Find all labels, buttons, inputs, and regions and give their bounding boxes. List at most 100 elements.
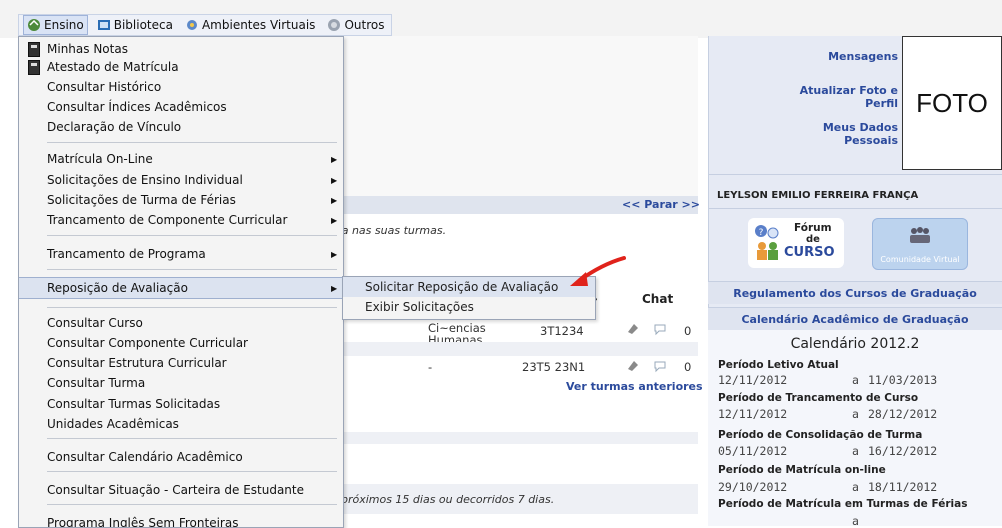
menu-item-trancamento-componente[interactable]: Trancamento de Componente Curricular ▶ [19,210,343,230]
submenu-item-solicitar-reposicao[interactable]: Solicitar Reposição de Avaliação [343,277,595,297]
calendario-link[interactable]: Calendário Acadêmico de Graduação [708,307,1002,330]
menu-item-consultar-curso[interactable]: Consultar Curso [19,313,343,333]
reposicao-submenu: Solicitar Reposição de Avaliação Exibir … [342,276,596,320]
submenu-arrow-icon: ▶ [331,215,338,225]
menu-item-calendario-academico[interactable]: Consultar Calendário Acadêmico [19,447,343,467]
menu-separator [47,504,337,505]
mensagens-link[interactable]: Mensagens [818,50,898,63]
submenu-arrow-icon: ▶ [331,283,338,293]
unit-cell: - [428,360,433,374]
menu-separator [47,269,337,270]
menu-item-consultar-turma[interactable]: Consultar Turma [19,373,343,393]
menu-item-label: Consultar Situação - Carteira de Estudan… [47,483,305,497]
submenu-arrow-icon: ▶ [331,154,338,164]
menu-item-turma-ferias[interactable]: Solicitações de Turma de Férias ▶ [19,190,343,210]
period-start: 12/11/2012 [718,373,788,387]
menu-item-declaracao[interactable]: Declaração de Vínculo [19,117,343,137]
parar-link[interactable]: << Parar >> [622,198,700,211]
submenu-arrow-icon: ▶ [331,195,338,205]
period-end: 28/12/2012 [868,407,938,421]
student-name: LEYLSON EMILIO FERREIRA FRANÇA [717,190,919,201]
forum-post-icon[interactable] [626,359,640,373]
folder-icon [328,19,341,31]
menu-item-label: Consultar Componente Curricular [47,336,248,350]
menu-separator [47,142,337,143]
chat-bubble-icon[interactable] [653,359,667,373]
menu-separator [47,471,337,472]
menu-item-label: Programa Inglês Sem Fronteiras [47,516,239,528]
menu-outros-label: Outros [344,18,385,32]
period-start: 05/11/2012 [718,444,788,458]
forum-line2: de [806,234,820,245]
menu-item-label: Solicitações de Turma de Férias [47,193,236,207]
menu-biblioteca-label: Biblioteca [113,18,173,32]
menu-item-label: Consultar Calendário Acadêmico [47,450,243,464]
menu-item-trancamento-programa[interactable]: Trancamento de Programa ▶ [19,244,343,264]
menu-item-turmas-solicitadas[interactable]: Consultar Turmas Solicitadas [19,394,343,414]
submenu-item-exibir-solicitacoes[interactable]: Exibir Solicitações [343,297,595,317]
book-icon [97,20,110,30]
menu-outros[interactable]: Outros [324,16,387,34]
menu-item-label: Declaração de Vínculo [47,120,182,134]
chat-count: 0 [684,324,692,338]
menu-item-atestado[interactable]: Atestado de Matrícula [19,57,343,77]
menu-item-carteira-estudante[interactable]: Consultar Situação - Carteira de Estudan… [19,480,343,500]
chat-column-header: Chat [642,292,674,306]
period-end: 18/11/2012 [868,480,938,494]
period-sep: a [852,407,859,421]
menu-ensino-label: Ensino [44,18,84,32]
menu-item-label: Consultar Curso [47,316,143,330]
menu-item-reposicao-avaliacao[interactable]: Reposição de Avaliação ▶ [19,277,343,299]
menu-ambientes-label: Ambientes Virtuais [201,18,316,32]
period-sep: a [852,373,859,387]
chat-bubble-icon[interactable] [653,322,667,336]
atualizar-foto-link[interactable]: Atualizar Foto e Perfil [770,84,898,110]
menu-ensino[interactable]: Ensino [23,15,88,35]
menu-item-label: Consultar Índices Acadêmicos [47,100,227,114]
svg-text:?: ? [759,228,764,238]
ver-turmas-anteriores-link[interactable]: Ver turmas anteriores [566,380,703,393]
profile-photo: FOTO [902,36,1002,170]
chat-count: 0 [684,360,692,374]
turmas-message: ada nas suas turmas. [328,224,447,237]
menu-separator [47,235,337,236]
forum-post-icon[interactable] [626,322,640,336]
sidebar-separator [708,174,1002,175]
menu-item-ensino-individual[interactable]: Solicitações de Ensino Individual ▶ [19,170,343,190]
network-icon [186,20,197,30]
menu-item-matricula-online[interactable]: Matrícula On-Line ▶ [19,149,343,169]
menu-ambientes-virtuais[interactable]: Ambientes Virtuais [182,16,318,34]
period-label: Período de Matrícula em Turmas de Férias [718,498,968,510]
menu-item-unidades-academicas[interactable]: Unidades Acadêmicas [19,414,343,434]
period-sep: a [852,444,859,458]
document-icon [28,42,40,57]
menu-item-label: Unidades Acadêmicas [47,417,179,431]
menu-item-label: Atestado de Matrícula [47,60,179,74]
regulamento-link[interactable]: Regulamento dos Cursos de Graduação [708,281,1002,304]
menu-item-indices[interactable]: Consultar Índices Acadêmicos [19,97,343,117]
horario-cell: 23T5 23N1 [522,360,586,374]
period-end: 16/12/2012 [868,444,938,458]
menu-item-componente-curricular[interactable]: Consultar Componente Curricular [19,333,343,353]
period-sep: a [852,480,859,494]
menu-item-estrutura-curricular[interactable]: Consultar Estrutura Curricular [19,353,343,373]
meus-dados-link[interactable]: Meus Dados Pessoais [786,121,898,147]
menu-item-label: Trancamento de Componente Curricular [47,213,288,227]
menu-item-label: Minhas Notas [47,42,128,56]
period-label: Período de Matrícula on-line [718,464,886,476]
calendario-link-label: Calendário Acadêmico de Graduação [741,312,969,326]
period-label: Período de Consolidação de Turma [718,429,923,441]
menu-item-label: Consultar Turmas Solicitadas [47,397,221,411]
community-icon [910,227,930,243]
submenu-arrow-icon: ▶ [331,249,338,259]
document-icon [28,60,40,75]
menu-separator [47,438,337,439]
menu-item-minhas-notas[interactable]: Minhas Notas [19,39,343,59]
menu-biblioteca[interactable]: Biblioteca [94,16,176,34]
menu-item-label: Solicitações de Ensino Individual [47,173,243,187]
menu-item-label: Matrícula On-Line [47,152,153,166]
period-start: 29/10/2012 [718,480,788,494]
comunidade-virtual-button[interactable]: Comunidade Virtual [872,218,968,270]
forum-curso-button[interactable]: ? Fórum de CURSO [748,218,844,268]
menu-item-historico[interactable]: Consultar Histórico [19,77,343,97]
